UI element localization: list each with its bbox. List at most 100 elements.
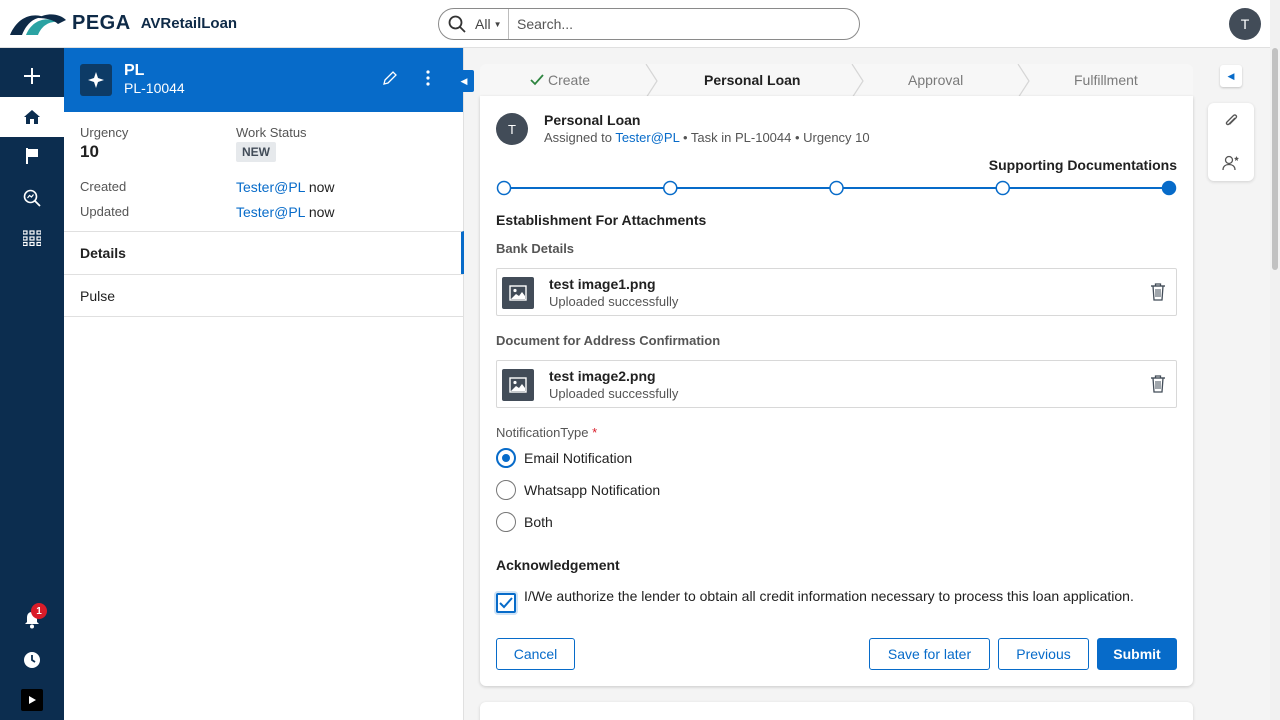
previous-button[interactable]: Previous [998,638,1089,670]
plus-icon [24,68,40,84]
radio-both[interactable]: Both [496,512,553,532]
notification-count-badge: 1 [31,603,47,619]
radio-button[interactable] [496,512,516,532]
caret-left-icon: ◀ [460,75,468,86]
updated-by-link[interactable]: Tester@PL [236,204,305,220]
step-marker [663,180,678,196]
paperclip-icon[interactable] [1221,111,1241,131]
bank-details-label: Bank Details [496,241,575,256]
save-for-later-button[interactable]: Save for later [869,638,990,670]
clock-icon [24,652,40,668]
nav-recents[interactable] [0,640,64,680]
nav-create[interactable] [0,56,64,96]
details-card-peek [480,702,1193,720]
created-by-link[interactable]: Tester@PL [236,179,305,195]
file-status: Uploaded successfully [549,386,679,401]
followers-icon[interactable] [1221,153,1241,173]
nav-apps[interactable] [0,218,64,258]
acknowledgement-checkbox[interactable] [496,593,516,613]
assignment-meta: Assigned to Tester@PL • Task in PL-10044… [544,130,870,145]
required-mark: * [592,425,598,440]
search-data-icon [23,189,41,207]
case-id: PL-10044 [124,80,185,96]
search-scope-select[interactable]: All ▼ [475,9,509,39]
caret-left-icon: ◀ [1227,70,1235,81]
case-title: PL [124,62,145,79]
pencil-icon[interactable] [382,70,398,91]
stage-separator [1017,64,1030,98]
page-scrollbar[interactable] [1270,0,1280,720]
updated-label: Updated [80,204,130,219]
nav-home[interactable] [0,97,64,137]
task-info: • Task in PL-10044 • Urgency 10 [682,130,870,145]
nav-dev-studio[interactable] [0,680,64,720]
tab-pulse[interactable]: Pulse [64,274,464,317]
stage-separator [851,64,864,98]
search-input[interactable] [509,16,849,32]
attachment-bank-details: test image1.png Uploaded successfully [496,268,1177,316]
stage-approval[interactable]: Approval [908,72,963,88]
notification-type-text: NotificationType [496,425,589,440]
assignment-card: T Personal Loan Assigned to Tester@PL • … [480,96,1193,686]
created-label: Created [80,179,127,194]
radio-button[interactable] [496,448,516,468]
case-stages: Create Personal Loan Approval Fulfillmen… [480,64,1193,98]
user-avatar[interactable]: T [1229,8,1261,40]
utilities-toggle-button[interactable]: ◀ [1220,65,1242,87]
attachment-address-confirmation: test image2.png Uploaded successfully [496,360,1177,408]
status-badge: NEW [236,142,276,162]
play-icon [21,689,43,711]
radio-label: Both [524,514,553,530]
radio-label: Email Notification [524,450,633,466]
work-status-label: Work Status [236,125,307,140]
radio-email-notification[interactable]: Email Notification [496,448,632,468]
stage-separator [645,64,658,98]
utilities-rail [1208,103,1254,181]
step-progress [496,180,1177,196]
assignee-link[interactable]: Tester@PL [615,130,679,145]
updated-when: now [308,204,335,220]
trash-icon[interactable] [1150,375,1166,398]
acknowledgement-text: I/We authorize the lender to obtain all … [524,588,1134,604]
more-actions-icon[interactable] [426,70,430,91]
trash-icon[interactable] [1150,283,1166,306]
radio-button[interactable] [496,480,516,500]
stage-create[interactable]: Create [530,72,590,88]
nav-notifications[interactable]: 1 [0,600,64,640]
case-type-icon [80,64,112,96]
radio-whatsapp-notification[interactable]: Whatsapp Notification [496,480,660,500]
stage-fulfillment[interactable]: Fulfillment [1074,72,1138,88]
checkmark-icon [499,597,513,609]
stage-personal-loan[interactable]: Personal Loan [704,72,800,88]
assignee-avatar: T [496,113,528,145]
tab-pulse-label: Pulse [80,287,116,304]
nav-explore-data[interactable] [0,178,64,218]
scrollbar-thumb[interactable] [1272,48,1278,270]
assigned-prefix: Assigned to [544,130,612,145]
cancel-button[interactable]: Cancel [496,638,575,670]
urgency-value: 10 [80,142,99,161]
acknowledgement-title: Acknowledgement [496,557,620,573]
app-logo[interactable]: PEGA AVRetailLoan [8,10,237,36]
file-name[interactable]: test image1.png [549,276,656,292]
step-marker [496,180,512,196]
submit-button[interactable]: Submit [1097,638,1177,670]
created-value: Tester@PL now [236,179,335,195]
search-icon[interactable] [439,9,475,39]
nav-flag[interactable] [0,136,64,176]
search-scope-value: All [475,16,491,32]
global-search: All ▼ [438,8,860,40]
flag-icon [26,148,38,164]
case-summary-panel: PL PL-10044 Urgency 10 Work Status NEW C… [64,48,464,720]
collapse-summary-button[interactable]: ◀ [454,70,474,92]
grid-icon [23,230,41,246]
left-navigation: 1 [0,48,64,720]
address-confirmation-label: Document for Address Confirmation [496,333,721,348]
assignment-title: Personal Loan [544,112,641,128]
tab-details[interactable]: Details [64,231,464,274]
file-name[interactable]: test image2.png [549,368,656,384]
radio-label: Whatsapp Notification [524,482,661,498]
updated-value: Tester@PL now [236,204,335,220]
notification-type-label: NotificationType * [496,425,597,440]
section-title: Establishment For Attachments [496,212,707,228]
